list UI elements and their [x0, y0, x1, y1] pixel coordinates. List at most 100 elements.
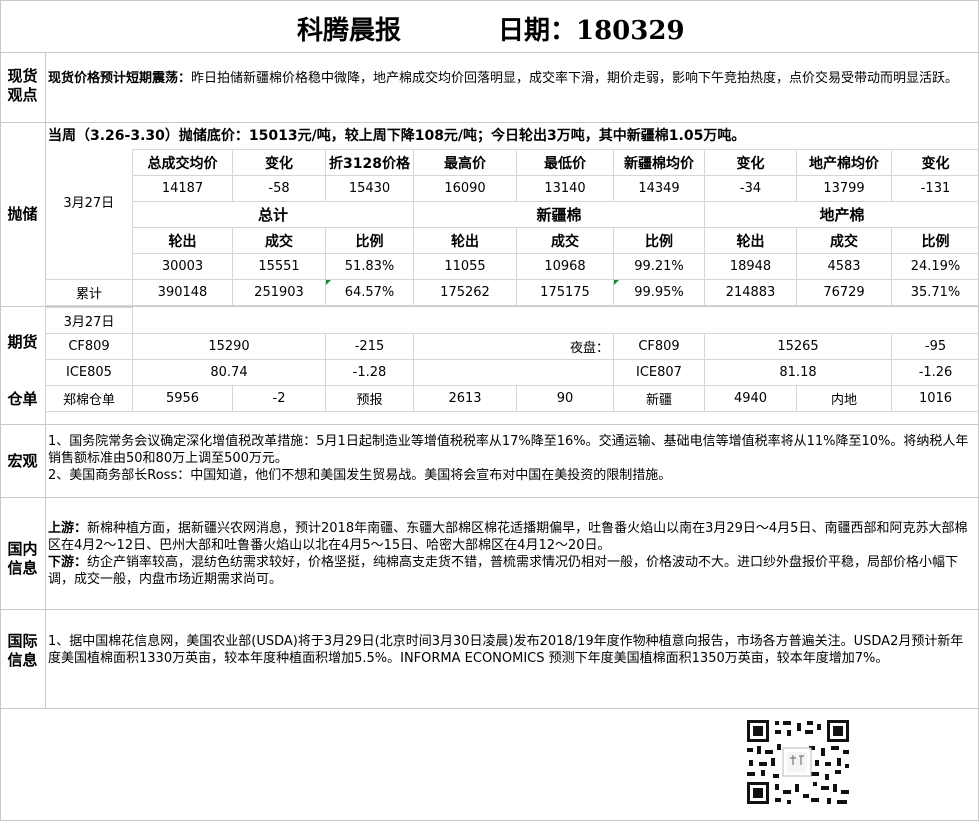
report-date: 日期：180329 [498, 16, 685, 46]
report-header: 科腾晨报 日期：180329 [0, 0, 979, 52]
day-value: 51.83% [325, 253, 414, 280]
domestic-paragraph: 上游：新棉种植方面，据新疆兴农网消息，预计2018年南疆、东疆大部棉区棉花适播期… [48, 520, 973, 588]
price-header: 最高价 [413, 149, 517, 176]
macro-label: 宏观 [7, 452, 38, 470]
cumulative-label: 累计 [45, 279, 133, 306]
night-change: -1.26 [890, 359, 979, 386]
price-header: 新疆棉均价 [613, 149, 705, 176]
price-header: 最低价 [516, 149, 614, 176]
reserve-label: 抛储 [7, 205, 38, 223]
night-change: -95 [890, 333, 979, 360]
futures-price: 15290 [132, 333, 326, 360]
group-total: 总计 [132, 201, 414, 228]
cum-value: 35.71% [891, 279, 979, 306]
sub-header: 比例 [613, 227, 705, 254]
price-header: 变化 [232, 149, 326, 176]
local-value: 1016 [890, 385, 979, 412]
futures-table: 3月27日 CF809 15290 -215 夜盘： CF809 15265 -… [45, 307, 979, 412]
xinjiang-label: 新疆 [613, 385, 705, 412]
price-value: 13140 [516, 175, 614, 202]
spot-headline: 现货价格预计短期震荡： [48, 71, 192, 86]
price-value: 16090 [413, 175, 517, 202]
sub-header: 成交 [232, 227, 326, 254]
cum-value: 175262 [413, 279, 517, 306]
spot-label: 现货 观点 [7, 67, 38, 104]
spot-text: 昨日拍储新疆棉价格稳中微降，地产棉成交均价回落明显，成交率下滑，期价走弱，影响下… [191, 71, 959, 86]
price-value: -131 [891, 175, 979, 202]
day-value: 24.19% [891, 253, 979, 280]
day-value: 99.21% [613, 253, 705, 280]
day-value: 18948 [704, 253, 797, 280]
day-value: 11055 [413, 253, 517, 280]
sub-header: 轮出 [413, 227, 517, 254]
downstream-label: 下游： [48, 555, 88, 570]
group-xinjiang: 新疆棉 [413, 201, 705, 228]
warehouse-value: 5956 [132, 385, 233, 412]
macro-item: 1、国务院常务会议确定深化增值税改革措施：5月1日起制造业等增值税税率从17%降… [48, 434, 969, 466]
futures-code: CF809 [45, 333, 133, 360]
price-value: 15430 [325, 175, 414, 202]
price-value: -34 [704, 175, 797, 202]
day-value: 30003 [132, 253, 233, 280]
cum-value: 76729 [796, 279, 892, 306]
warehouse-name: 郑棉仓单 [45, 385, 133, 412]
futures-date: 3月27日 [45, 307, 133, 334]
group-local: 地产棉 [704, 201, 979, 228]
forecast-value: 2613 [413, 385, 517, 412]
night-session-label: 夜盘： [413, 333, 614, 360]
price-header: 变化 [891, 149, 979, 176]
macro-item: 2、美国商务部长Ross：中国知道，他们不想和美国发生贸易战。美国将会宣布对中国… [48, 468, 672, 483]
cum-value: 214883 [704, 279, 797, 306]
day-value: 4583 [796, 253, 892, 280]
sub-header: 成交 [516, 227, 614, 254]
warehouse-label: 仓单 [7, 390, 38, 408]
sub-header: 轮出 [132, 227, 233, 254]
forecast-change: 90 [516, 385, 614, 412]
sub-header: 成交 [796, 227, 892, 254]
cum-value: 251903 [232, 279, 326, 306]
domestic-label: 国内 信息 [7, 540, 38, 577]
price-header: 地产棉均价 [796, 149, 892, 176]
reserve-table: 3月27日 总成交均价 变化 折3128价格 最高价 最低价 新疆棉均价 变化 … [45, 149, 979, 306]
reserve-summary: 当周（3.26-3.30）抛储底价：15013元/吨，较上周下降108元/吨；今… [48, 128, 746, 144]
cum-value: 175175 [516, 279, 614, 306]
night-code: ICE807 [613, 359, 705, 386]
qr-code-icon [745, 718, 851, 806]
price-value: 14349 [613, 175, 705, 202]
futures-change: -215 [325, 333, 414, 360]
local-label: 内地 [796, 385, 892, 412]
futures-price: 80.74 [132, 359, 326, 386]
reserve-date: 3月27日 [63, 196, 115, 211]
price-header: 变化 [704, 149, 797, 176]
spot-paragraph: 现货价格预计短期震荡：昨日拍储新疆棉价格稳中微降，地产棉成交均价回落明显，成交率… [48, 70, 973, 87]
report-title: 科腾晨报 [297, 16, 402, 46]
night-code: CF809 [613, 333, 705, 360]
day-value: 10968 [516, 253, 614, 280]
futures-code: ICE805 [45, 359, 133, 386]
sub-header: 比例 [891, 227, 979, 254]
futures-label: 期货 [7, 333, 38, 351]
futures-change: -1.28 [325, 359, 414, 386]
sub-header: 比例 [325, 227, 414, 254]
report-page: 科腾晨报 日期：180329 现货 观点 现货价格预计短期震荡：昨日拍储新疆棉价… [0, 0, 979, 821]
upstream-label: 上游： [48, 521, 88, 536]
forecast-label: 预报 [325, 385, 414, 412]
price-header: 折3128价格 [325, 149, 414, 176]
international-text: 1、据中国棉花信息网，美国农业部(USDA)将于3月29日(北京时间3月30日凌… [48, 634, 964, 666]
day-value: 15551 [232, 253, 326, 280]
price-value: 14187 [132, 175, 233, 202]
warehouse-change: -2 [232, 385, 326, 412]
price-header: 总成交均价 [132, 149, 233, 176]
macro-paragraph: 1、国务院常务会议确定深化增值税改革措施：5月1日起制造业等增值税税率从17%降… [48, 433, 973, 484]
price-value: 13799 [796, 175, 892, 202]
upstream-text: 新棉种植方面，据新疆兴农网消息，预计2018年南疆、东疆大部棉区棉花适播期偏早，… [48, 521, 968, 553]
cum-value: 99.95% [613, 279, 705, 306]
night-price: 15265 [704, 333, 892, 360]
cum-value: 390148 [132, 279, 233, 306]
international-label: 国际 信息 [7, 632, 38, 669]
downstream-text: 纺企产销率较高，混纺色纺需求较好，价格坚挺，纯棉高支走货不错，普梳需求情况仍相对… [48, 555, 959, 587]
xinjiang-value: 4940 [704, 385, 797, 412]
price-value: -58 [232, 175, 326, 202]
night-price: 81.18 [704, 359, 892, 386]
sub-header: 轮出 [704, 227, 797, 254]
